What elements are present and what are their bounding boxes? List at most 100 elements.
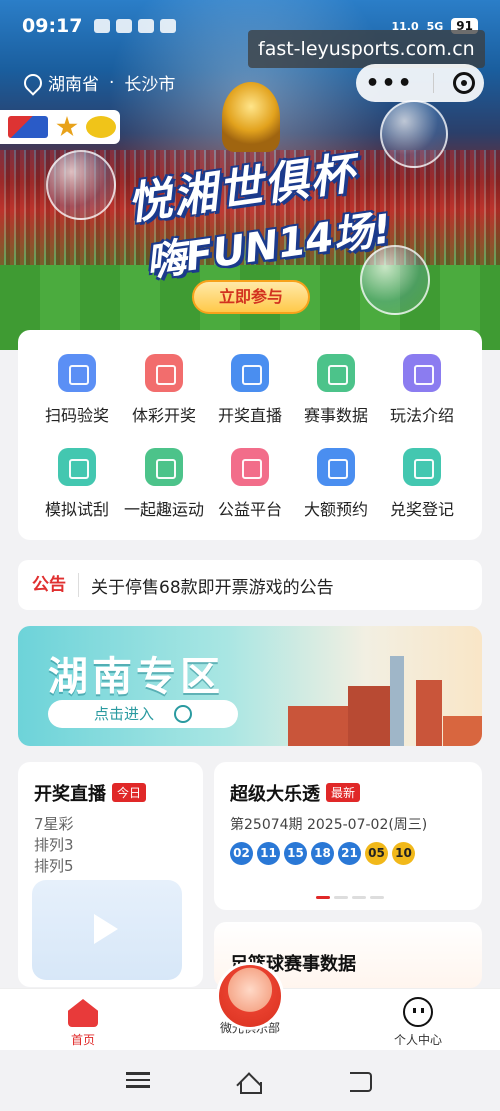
trophy-icon	[222, 82, 280, 152]
more-options-icon[interactable]: •••	[365, 71, 413, 96]
smiley-profile-icon	[403, 997, 433, 1027]
chart-line-icon	[317, 354, 355, 392]
location-selector[interactable]: 湖南省 · 长沙市	[24, 70, 175, 96]
arrow-right-circle-icon	[174, 705, 192, 723]
service-scan-verify[interactable]: 扫码验奖	[31, 354, 123, 440]
miniprogram-capsule[interactable]: •••	[356, 64, 484, 102]
back-button[interactable]	[348, 1068, 378, 1094]
document-icon	[403, 354, 441, 392]
lottery-ball-icon	[145, 354, 183, 392]
tab-home-label: 首页	[70, 1033, 95, 1047]
draw-issue: 第25074期 2025-07-02(周三)	[230, 817, 428, 833]
back-number-ball: 10	[392, 842, 415, 865]
app-notification-icon	[94, 19, 111, 33]
draw-live-card[interactable]: 开奖直播 今日 7星彩 排列3 排列5	[18, 762, 203, 987]
service-match-data[interactable]: 赛事数据	[290, 354, 382, 440]
enter-button-label: 点击进入	[94, 705, 155, 723]
hunan-zone-banner[interactable]: 湖南专区 点击进入	[18, 626, 482, 746]
service-label: 赛事数据	[303, 406, 368, 425]
service-label: 兑奖登记	[389, 500, 454, 519]
service-label: 大额预约	[303, 500, 368, 519]
pagoda-illustration	[416, 680, 442, 746]
china-sports-lottery-logo	[8, 116, 48, 138]
game-item[interactable]: 排列5	[34, 856, 74, 877]
service-label: 模拟试刮	[44, 500, 109, 519]
winning-numbers: 02 11 15 18 21 05 10	[230, 842, 415, 865]
service-label: 一起趣运动	[123, 500, 204, 519]
service-grid: 扫码验奖 体彩开奖 开奖直播 赛事数据 玩法介绍 模拟试刮 一起趣运动 公益平台…	[18, 330, 482, 540]
live-video-icon	[231, 354, 269, 392]
province-label: 湖南省	[48, 75, 99, 95]
carousel-dot	[370, 896, 384, 899]
service-charity[interactable]: 公益平台	[204, 448, 296, 534]
home-button[interactable]	[236, 1068, 266, 1094]
back-number-ball: 05	[365, 842, 388, 865]
front-number-ball: 11	[257, 842, 280, 865]
yuan-calendar-icon	[317, 448, 355, 486]
service-sports-together[interactable]: 一起趣运动	[118, 448, 210, 534]
registration-icon	[403, 448, 441, 486]
url-badge: fast-leyusports.com.cn	[248, 30, 485, 68]
system-navigation-bar	[0, 1050, 500, 1111]
tab-profile[interactable]: 个人中心	[378, 995, 458, 1048]
app-notification-icon	[160, 19, 177, 33]
football-bubble	[46, 150, 116, 220]
hunan-zone-title: 湖南专区	[48, 654, 224, 700]
home-icon	[68, 999, 98, 1027]
carousel-indicator	[316, 896, 384, 899]
capsule-divider	[432, 73, 434, 93]
game-item[interactable]: 7星彩	[34, 814, 74, 835]
enter-hunan-zone-button[interactable]: 点击进入	[48, 700, 238, 728]
status-time: 09:17	[22, 15, 83, 37]
tv-play-icon	[32, 880, 182, 980]
service-lottery-draw[interactable]: 体彩开奖	[118, 354, 210, 440]
game-item[interactable]: 排列3	[34, 835, 74, 856]
service-scratch-trial[interactable]: 模拟试刮	[31, 448, 123, 534]
tower-illustration	[288, 706, 348, 746]
service-large-reservation[interactable]: 大额预约	[290, 448, 382, 534]
scratch-card-icon	[58, 448, 96, 486]
jersey-bubble	[380, 100, 448, 168]
join-now-button[interactable]: 立即参与	[192, 280, 310, 314]
service-draw-live[interactable]: 开奖直播	[204, 354, 296, 440]
today-badge: 今日	[112, 783, 147, 802]
service-prize-registration[interactable]: 兑奖登记	[376, 448, 468, 534]
front-number-ball: 15	[284, 842, 307, 865]
service-how-to-play[interactable]: 玩法介绍	[376, 354, 468, 440]
super-lotto-title-text: 超级大乐透	[230, 784, 320, 805]
tab-home[interactable]: 首页	[58, 995, 108, 1048]
front-number-ball: 21	[338, 842, 361, 865]
service-label: 公益平台	[217, 500, 282, 519]
close-miniprogram-icon[interactable]	[452, 72, 475, 94]
draw-live-title: 开奖直播 今日	[34, 780, 147, 806]
temple-illustration	[443, 716, 482, 746]
super-lotto-title: 超级大乐透 最新	[230, 780, 361, 806]
sports-icon	[145, 448, 183, 486]
star-logo	[56, 116, 78, 137]
location-pin-icon	[24, 74, 38, 92]
game-list: 7星彩 排列3 排列5	[34, 814, 74, 877]
club-mascot-icon[interactable]	[216, 962, 284, 1030]
notification-icons	[94, 19, 177, 33]
service-label: 开奖直播	[217, 406, 282, 425]
latest-badge: 最新	[326, 783, 361, 802]
draw-live-title-text: 开奖直播	[34, 784, 106, 805]
chinese-football-lottery-logo	[86, 116, 116, 138]
carousel-dot-active	[316, 896, 330, 899]
heart-pulse-icon	[231, 448, 269, 486]
app-notification-icon	[116, 19, 133, 33]
super-lotto-card[interactable]: 超级大乐透 最新 第25074期 2025-07-02(周三) 02 11 15 …	[214, 762, 482, 910]
service-label: 玩法介绍	[389, 406, 454, 425]
front-number-ball: 02	[230, 842, 253, 865]
app-notification-icon	[138, 19, 155, 33]
announcement-text[interactable]: 关于停售68款即开票游戏的公告	[79, 573, 334, 598]
sponsor-logos	[0, 110, 120, 144]
skyscraper-illustration	[390, 656, 404, 746]
carousel-dot	[334, 896, 348, 899]
scan-icon	[58, 354, 96, 392]
announcement-tag: 公告	[18, 573, 79, 597]
carousel-dot	[352, 896, 366, 899]
recent-apps-button[interactable]	[126, 1068, 156, 1094]
announcement-bar[interactable]: 公告 关于停售68款即开票游戏的公告	[18, 560, 482, 610]
service-label: 体彩开奖	[131, 406, 196, 425]
